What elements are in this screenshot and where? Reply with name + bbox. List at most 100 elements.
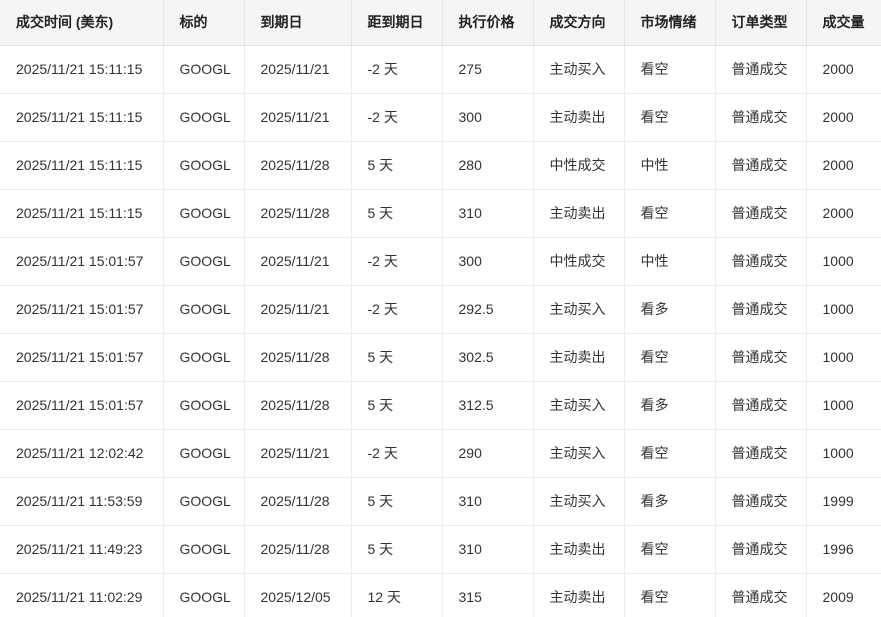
order-type-cell: 普通成交 [715, 525, 807, 574]
order-type-cell: 普通成交 [715, 93, 807, 142]
trade-side-cell: 主动卖出 [533, 189, 625, 238]
header-days-to-expiry[interactable]: 距到期日 [351, 0, 443, 46]
volume-cell: 1000 [806, 429, 881, 478]
volume-cell: 2009 [806, 573, 881, 617]
table-body: 2025/11/21 15:11:15 GOOGL 2025/11/21 -2 天 27… [0, 45, 881, 617]
volume-cell: 2000 [806, 93, 881, 142]
table-row[interactable]: 2025/11/21 11:53:59 GOOGL 2025/11/28 5 天 310… [0, 477, 881, 526]
trade-time-cell: 2025/11/21 11:02:29 [0, 573, 164, 617]
header-volume[interactable]: 成交量 [806, 0, 881, 46]
sentiment-cell: 中性 [624, 237, 716, 286]
table-row[interactable]: 2025/11/21 11:49:23 GOOGL 2025/11/28 5 天 310… [0, 525, 881, 574]
strike-price-cell: 310 [442, 525, 534, 574]
expiry-date-cell: 2025/11/21 [244, 429, 352, 478]
table-row[interactable]: 2025/11/21 11:02:29 GOOGL 2025/12/05 12 天 31… [0, 573, 881, 617]
sentiment-cell: 看空 [624, 45, 716, 94]
table-row[interactable]: 2025/11/21 15:01:57 GOOGL 2025/11/28 5 天 302… [0, 333, 881, 382]
trade-side-cell: 主动买入 [533, 285, 625, 334]
volume-cell: 1000 [806, 285, 881, 334]
trade-time-cell: 2025/11/21 11:49:23 [0, 525, 164, 574]
trade-time-cell: 2025/11/21 15:01:57 [0, 285, 164, 334]
header-row: 成交时间 (美东) 标的 到期日 距到期日 执行价格 成交方向 市场情绪 订单类… [0, 0, 881, 46]
symbol-cell: GOOGL [163, 141, 245, 190]
volume-cell: 1996 [806, 525, 881, 574]
days-to-expiry-cell: 5 天 [351, 477, 443, 526]
header-trade-side[interactable]: 成交方向 [533, 0, 625, 46]
order-type-cell: 普通成交 [715, 429, 807, 478]
expiry-date-cell: 2025/11/28 [244, 525, 352, 574]
days-to-expiry-cell: 5 天 [351, 189, 443, 238]
days-to-expiry-cell: -2 天 [351, 285, 443, 334]
expiry-date-cell: 2025/11/28 [244, 477, 352, 526]
trade-time-cell: 2025/11/21 11:53:59 [0, 477, 164, 526]
trade-time-cell: 2025/11/21 15:01:57 [0, 381, 164, 430]
trade-side-cell: 主动买入 [533, 381, 625, 430]
symbol-cell: GOOGL [163, 477, 245, 526]
trade-side-cell: 主动买入 [533, 429, 625, 478]
trade-side-cell: 主动买入 [533, 45, 625, 94]
symbol-cell: GOOGL [163, 237, 245, 286]
table-row[interactable]: 2025/11/21 15:01:57 GOOGL 2025/11/28 5 天 312… [0, 381, 881, 430]
trade-side-cell: 主动卖出 [533, 93, 625, 142]
order-type-cell: 普通成交 [715, 573, 807, 617]
table-row[interactable]: 2025/11/21 15:11:15 GOOGL 2025/11/28 5 天 310… [0, 189, 881, 238]
expiry-date-cell: 2025/11/28 [244, 333, 352, 382]
sentiment-cell: 看空 [624, 93, 716, 142]
sentiment-cell: 看多 [624, 381, 716, 430]
expiry-date-cell: 2025/11/21 [244, 93, 352, 142]
trade-side-cell: 中性成交 [533, 141, 625, 190]
expiry-date-cell: 2025/12/05 [244, 573, 352, 617]
header-expiry-date[interactable]: 到期日 [244, 0, 352, 46]
table-row[interactable]: 2025/11/21 15:11:15 GOOGL 2025/11/21 -2 天 27… [0, 45, 881, 94]
volume-cell: 2000 [806, 189, 881, 238]
trades-table: 成交时间 (美东) 标的 到期日 距到期日 执行价格 成交方向 市场情绪 订单类… [0, 0, 881, 617]
expiry-date-cell: 2025/11/28 [244, 381, 352, 430]
header-order-type[interactable]: 订单类型 [715, 0, 807, 46]
days-to-expiry-cell: 5 天 [351, 525, 443, 574]
expiry-date-cell: 2025/11/21 [244, 285, 352, 334]
order-type-cell: 普通成交 [715, 189, 807, 238]
order-type-cell: 普通成交 [715, 333, 807, 382]
trade-side-cell: 主动卖出 [533, 525, 625, 574]
trade-time-cell: 2025/11/21 15:11:15 [0, 45, 164, 94]
table-row[interactable]: 2025/11/21 12:02:42 GOOGL 2025/11/21 -2 天 29… [0, 429, 881, 478]
days-to-expiry-cell: -2 天 [351, 45, 443, 94]
days-to-expiry-cell: 5 天 [351, 333, 443, 382]
trade-time-cell: 2025/11/21 15:11:15 [0, 93, 164, 142]
days-to-expiry-cell: 5 天 [351, 141, 443, 190]
order-type-cell: 普通成交 [715, 141, 807, 190]
trade-time-cell: 2025/11/21 12:02:42 [0, 429, 164, 478]
volume-cell: 1999 [806, 477, 881, 526]
table-row[interactable]: 2025/11/21 15:11:15 GOOGL 2025/11/28 5 天 280… [0, 141, 881, 190]
table-header: 成交时间 (美东) 标的 到期日 距到期日 执行价格 成交方向 市场情绪 订单类… [0, 0, 881, 46]
strike-price-cell: 292.5 [442, 285, 534, 334]
trade-side-cell: 主动买入 [533, 477, 625, 526]
days-to-expiry-cell: -2 天 [351, 429, 443, 478]
table-row[interactable]: 2025/11/21 15:01:57 GOOGL 2025/11/21 -2 天 30… [0, 237, 881, 286]
sentiment-cell: 看空 [624, 573, 716, 617]
sentiment-cell: 看空 [624, 333, 716, 382]
strike-price-cell: 300 [442, 93, 534, 142]
header-trade-time[interactable]: 成交时间 (美东) [0, 0, 164, 46]
strike-price-cell: 275 [442, 45, 534, 94]
trade-time-cell: 2025/11/21 15:11:15 [0, 189, 164, 238]
header-strike-price[interactable]: 执行价格 [442, 0, 534, 46]
table-row[interactable]: 2025/11/21 15:01:57 GOOGL 2025/11/21 -2 天 29… [0, 285, 881, 334]
sentiment-cell: 看空 [624, 189, 716, 238]
trade-side-cell: 中性成交 [533, 237, 625, 286]
strike-price-cell: 310 [442, 477, 534, 526]
sentiment-cell: 看空 [624, 429, 716, 478]
sentiment-cell: 看多 [624, 285, 716, 334]
days-to-expiry-cell: 12 天 [351, 573, 443, 617]
volume-cell: 1000 [806, 333, 881, 382]
volume-cell: 2000 [806, 45, 881, 94]
table-row[interactable]: 2025/11/21 15:11:15 GOOGL 2025/11/21 -2 天 30… [0, 93, 881, 142]
volume-cell: 1000 [806, 237, 881, 286]
expiry-date-cell: 2025/11/28 [244, 141, 352, 190]
trade-time-cell: 2025/11/21 15:11:15 [0, 141, 164, 190]
header-symbol[interactable]: 标的 [163, 0, 245, 46]
header-sentiment[interactable]: 市场情绪 [624, 0, 716, 46]
symbol-cell: GOOGL [163, 573, 245, 617]
trade-side-cell: 主动卖出 [533, 573, 625, 617]
symbol-cell: GOOGL [163, 333, 245, 382]
